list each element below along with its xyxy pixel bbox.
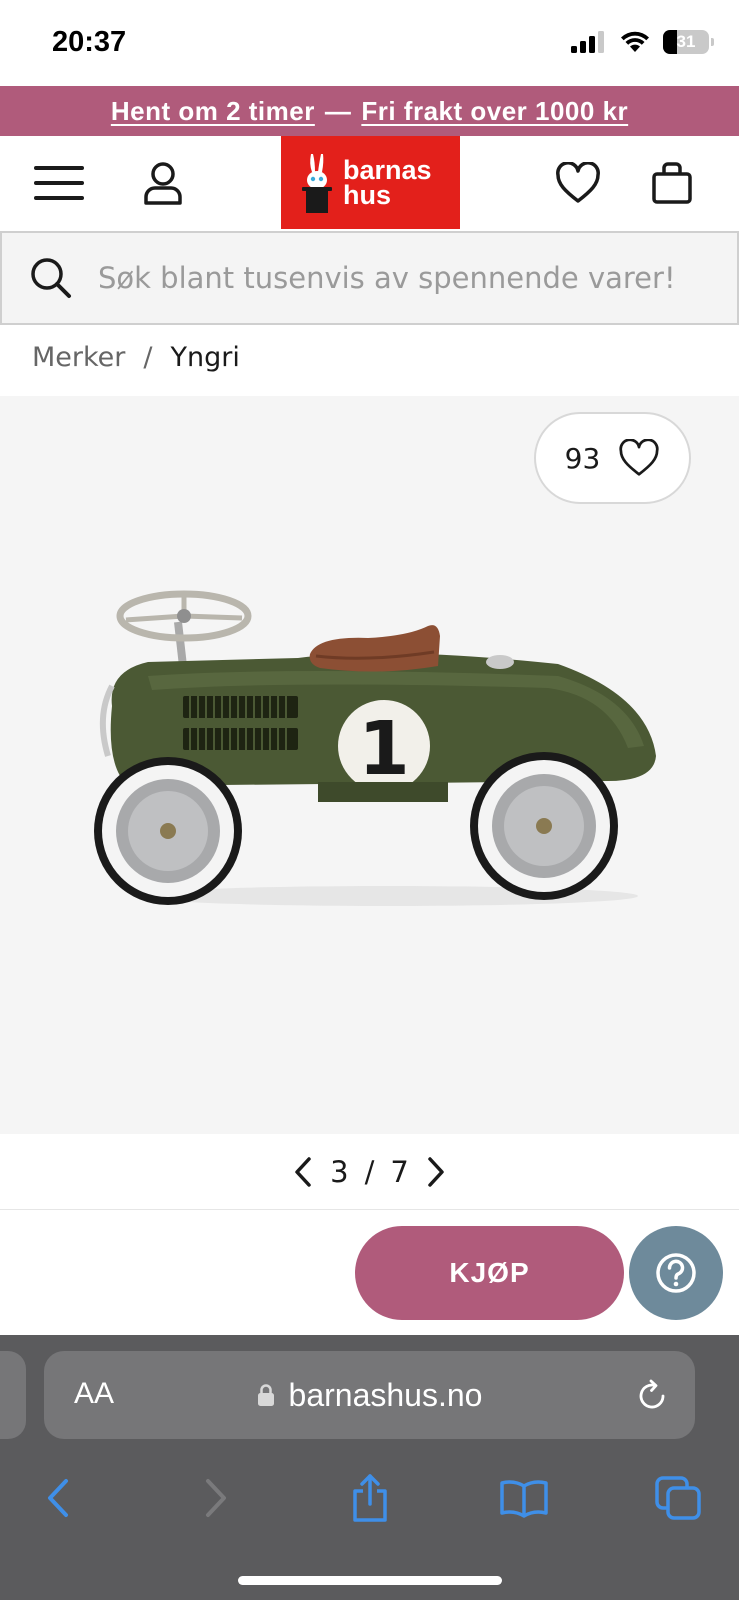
chevron-right-icon[interactable] [425,1156,447,1188]
lock-icon [257,1384,274,1406]
barnashus-logo[interactable]: barnas hus [281,136,460,229]
breadcrumb-current: Yngri [170,342,240,373]
search-icon [31,258,71,298]
menu-icon[interactable] [32,136,88,229]
back-icon[interactable] [28,1463,88,1533]
logo-line-1: barnas [343,154,432,185]
pager-total: 7 [390,1154,409,1189]
search-placeholder: Søk blant tusenvis av spennende varer! [98,261,676,295]
cart-bag-icon[interactable] [648,136,696,229]
previous-tab-preview[interactable] [0,1351,26,1439]
tabs-icon[interactable] [648,1463,708,1533]
pager-current: 3 [330,1154,349,1189]
bookmarks-icon[interactable] [494,1463,554,1533]
rabbit-hat-icon [302,153,332,213]
product-image-gallery[interactable]: 93 1 [0,396,739,1134]
reload-icon[interactable] [635,1379,669,1413]
favorite-button[interactable]: 93 [534,412,691,504]
home-indicator [238,1576,502,1585]
battery-level: 31 [676,32,696,51]
status-icons: 31 [571,30,714,54]
status-time: 20:37 [52,26,127,58]
image-pager: 3 / 7 [0,1134,739,1210]
browser-chrome: barnashus.no AA [0,1335,739,1600]
browser-toolbar [0,1463,739,1533]
text-size-button[interactable]: AA [74,1377,114,1411]
buy-row: KJØP [0,1211,739,1335]
pickup-link[interactable]: Hent om 2 timer [111,96,315,127]
wishlist-heart-icon[interactable] [550,136,606,229]
favorite-count: 93 [564,441,601,475]
chevron-left-icon[interactable] [292,1156,314,1188]
battery-icon: 31 [663,30,714,54]
logo-line-2: hus [343,179,392,210]
promo-separator: — [324,95,352,126]
share-icon[interactable] [340,1463,400,1533]
search-input[interactable]: Søk blant tusenvis av spennende varer! [0,231,739,325]
heart-icon [619,439,659,476]
shipping-link[interactable]: Fri frakt over 1000 kr [361,96,628,127]
car-number: 1 [358,706,410,792]
breadcrumb-merker[interactable]: Merker [32,342,125,373]
pager-separator: / [364,1154,375,1189]
breadcrumb-separator: / [143,342,153,373]
signal-icon [571,31,604,53]
wifi-icon [621,31,649,52]
url-text: barnashus.no [288,1376,483,1413]
text-size-label: AA [74,1377,115,1410]
forward-icon[interactable] [186,1463,246,1533]
promo-banner: Hent om 2 timer — Fri frakt over 1000 kr [0,86,739,136]
help-button[interactable] [629,1226,723,1320]
address-bar[interactable]: barnashus.no AA [44,1351,695,1439]
buy-button[interactable]: KJØP [355,1226,624,1320]
ride-on-car-image: 1 [94,590,656,906]
breadcrumb: Merker / Yngri [32,342,240,373]
question-icon [656,1253,696,1293]
status-bar: 20:37 31 [0,0,739,86]
user-icon[interactable] [138,136,188,229]
